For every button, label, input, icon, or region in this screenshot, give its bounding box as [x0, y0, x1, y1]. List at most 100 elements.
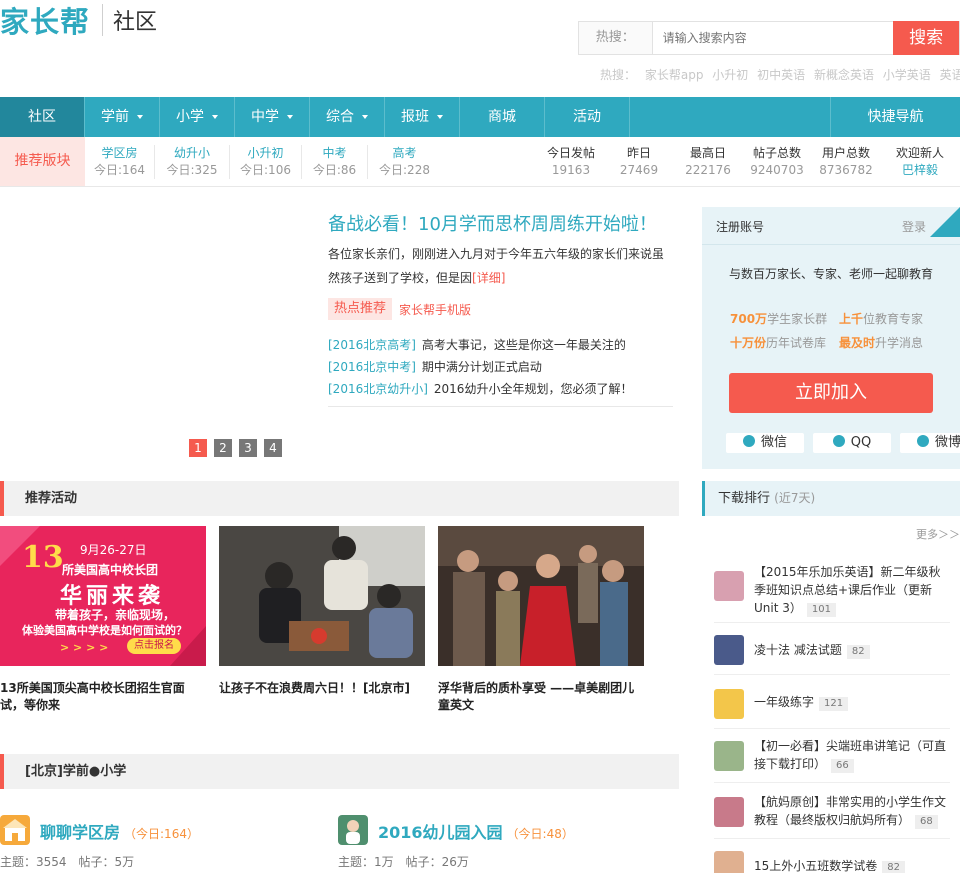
activity-photo[interactable] — [219, 526, 425, 666]
news-category[interactable]: [2016北京幼升小] — [328, 382, 428, 396]
activity-title[interactable]: 浮华背后的质朴享受 ——卓美剧团儿童英文 — [438, 680, 644, 714]
download-item[interactable]: 15上外小五班数学试卷 82 — [714, 843, 950, 873]
download-item[interactable]: 一年级练字 121 — [714, 679, 950, 729]
download-title-text[interactable]: 一年级练字 — [754, 695, 814, 709]
download-item[interactable]: 【航妈原创】非常实用的小学生作文教程（最终版权归航妈所有） 68 — [714, 787, 950, 839]
sub-cat-count: 今日:164 — [94, 163, 145, 177]
nav-item-middle[interactable]: 中学 — [235, 97, 310, 137]
sub-cat-name[interactable]: 幼升小 — [155, 145, 229, 162]
new-member-link[interactable]: 巴梓毅 — [888, 162, 952, 179]
pager-page[interactable]: 3 — [239, 439, 257, 457]
nav-item-mall[interactable]: 商城 — [460, 97, 545, 137]
download-text[interactable]: 一年级练字 121 — [754, 693, 950, 711]
news-text[interactable]: 高考大事记，这些是你这一年最关注的 — [422, 338, 626, 352]
search-box: 热搜： 搜索 — [578, 21, 960, 55]
download-item[interactable]: 凌十法 减法试题 82 — [714, 627, 950, 675]
forum-name[interactable]: 聊聊学区房 （今日:164） — [40, 819, 199, 843]
headline-title[interactable]: 备战必看！10月学而思杯周周练开始啦！ — [328, 213, 673, 237]
download-more-link[interactable]: 更多＞＞ — [916, 526, 960, 542]
login-link[interactable]: 登录 — [902, 218, 926, 235]
stat-total-users: 用户总数 8736782 — [815, 145, 877, 179]
nav-item-classes[interactable]: 报班 — [385, 97, 460, 137]
pager-page[interactable]: 1 — [189, 439, 207, 457]
news-item[interactable]: [2016北京幼升小] 2016幼升小全年规划，您必须了解！ — [328, 378, 673, 400]
news-item[interactable]: [2016北京高考] 高考大事记，这些是你这一年最关注的 — [328, 334, 673, 356]
download-count: 68 — [915, 815, 938, 829]
headline-tags: 热点推荐 家长帮手机版 — [328, 298, 673, 320]
wechat-login-button[interactable]: 微信 — [726, 433, 804, 453]
hot-word-link[interactable]: 小升初 — [712, 68, 748, 82]
download-text[interactable]: 【2015年乐加乐英语】新二年级秋季班知识点总结+课后作业（更新Unit 3） 1… — [754, 563, 950, 617]
download-item[interactable]: 【初一必看】尖端班串讲笔记（可直接下载打印） 66 — [714, 733, 950, 783]
banner-signup-button[interactable]: 点击报名 — [127, 638, 181, 654]
pager-page[interactable]: 2 — [214, 439, 232, 457]
wechat-icon — [742, 435, 755, 447]
join-now-button[interactable]: 立即加入 — [729, 373, 933, 413]
download-text[interactable]: 15上外小五班数学试卷 82 — [754, 857, 950, 873]
nav-item-primary[interactable]: 小学 — [160, 97, 235, 137]
feature-highlight: 十万份 — [730, 336, 767, 350]
hot-recommend-tag[interactable]: 热点推荐 — [328, 298, 393, 320]
logo-subtitle[interactable]: 社区 — [113, 4, 157, 36]
hot-word-link[interactable]: 家长帮app — [645, 68, 704, 82]
qq-icon — [832, 435, 845, 447]
forum-name[interactable]: 2016幼儿园入园 （今日:48） — [378, 819, 574, 843]
quick-nav-label: 快捷导航 — [867, 109, 924, 125]
sub-cat-school-district[interactable]: 学区房 今日:164 — [85, 145, 155, 179]
logo-text[interactable]: 家长帮 — [0, 0, 90, 41]
forum-title[interactable]: 2016幼儿园入园 — [378, 823, 503, 842]
sub-cat-gaokao[interactable]: 高考 今日:228 — [368, 145, 441, 179]
hot-word-link[interactable]: 英语 — [940, 68, 960, 82]
forum-kindergarten-icon[interactable] — [338, 815, 368, 845]
news-item[interactable]: [2016北京中考] 期中满分计划正式启动 — [328, 356, 673, 378]
nav-item-events[interactable]: 活动 — [545, 97, 630, 137]
quick-nav-button[interactable]: 快捷导航 — [830, 97, 960, 137]
activity-photo[interactable] — [438, 526, 644, 666]
nav-item-community[interactable]: 社区 — [0, 97, 85, 137]
search-button[interactable]: 搜索 — [893, 21, 959, 55]
pager-page[interactable]: 4 — [264, 439, 282, 457]
search-input[interactable] — [652, 22, 894, 54]
mobile-app-link[interactable]: 家长帮手机版 — [399, 301, 471, 318]
activity-title[interactable]: 让孩子不在浪费周六日！！[北京市] — [219, 680, 425, 697]
download-title-text[interactable]: 15上外小五班数学试卷 — [754, 859, 877, 873]
download-item[interactable]: 【2015年乐加乐英语】新二年级秋季班知识点总结+课后作业（更新Unit 3） 1… — [714, 561, 950, 623]
sub-cat-kindergarten[interactable]: 幼升小 今日:325 — [155, 145, 230, 179]
activity-card[interactable]: 让孩子不在浪费周六日！！[北京市] — [219, 526, 425, 697]
download-title-text[interactable]: 【2015年乐加乐英语】新二年级秋季班知识点总结+课后作业（更新Unit 3） — [754, 565, 941, 615]
activity-card[interactable]: 浮华背后的质朴享受 ——卓美剧团儿童英文 — [438, 526, 644, 714]
activity-banner[interactable]: 13 9月26-27日 所美国高中校长团 华丽来袭 带着孩子，亲临现场， 体验美… — [0, 526, 206, 666]
weibo-icon — [916, 435, 929, 447]
hot-word-link[interactable]: 小学英语 — [883, 68, 931, 82]
activity-title[interactable]: 13所美国顶尖高中校长团招生官面试，等你来 — [0, 680, 206, 714]
search-hot-label[interactable]: 热搜： — [579, 22, 653, 54]
news-text[interactable]: 期中满分计划正式启动 — [422, 360, 542, 374]
download-text[interactable]: 【初一必看】尖端班串讲笔记（可直接下载打印） 66 — [754, 737, 950, 773]
nav-item-preschool[interactable]: 学前 — [85, 97, 160, 137]
sub-cat-name[interactable]: 小升初 — [230, 145, 301, 162]
sub-cat-name[interactable]: 中考 — [302, 145, 367, 162]
headline-more-link[interactable]: [详细] — [472, 271, 505, 285]
qq-login-button[interactable]: QQ — [813, 433, 891, 453]
site-logo[interactable]: 家长帮 社区 — [0, 0, 157, 40]
sub-cat-zhongkao[interactable]: 中考 今日:86 — [302, 145, 368, 179]
news-category[interactable]: [2016北京高考] — [328, 338, 416, 352]
forum-title[interactable]: 聊聊学区房 — [40, 823, 120, 842]
sub-cat-name[interactable]: 高考 — [368, 145, 441, 162]
news-category[interactable]: [2016北京中考] — [328, 360, 416, 374]
hot-word-link[interactable]: 初中英语 — [757, 68, 805, 82]
download-text[interactable]: 【航妈原创】非常实用的小学生作文教程（最终版权归航妈所有） 68 — [754, 793, 950, 829]
nav-item-general[interactable]: 综合 — [310, 97, 385, 137]
sub-cat-name[interactable]: 学区房 — [85, 145, 154, 162]
hot-words: 热搜： 家长帮app 小升初 初中英语 新概念英语 小学英语 英语 — [600, 66, 960, 83]
weibo-login-button[interactable]: 微博 — [900, 433, 960, 453]
hot-word-link[interactable]: 新概念英语 — [814, 68, 874, 82]
activity-card[interactable]: 13 9月26-27日 所美国高中校长团 华丽来袭 带着孩子，亲临现场， 体验美… — [0, 526, 206, 714]
download-title-text[interactable]: 凌十法 减法试题 — [754, 643, 842, 657]
forum-school-icon[interactable] — [0, 815, 30, 845]
news-text[interactable]: 2016幼升小全年规划，您必须了解！ — [434, 382, 633, 396]
sub-cat-primary-to-middle[interactable]: 小升初 今日:106 — [230, 145, 302, 179]
download-text[interactable]: 凌十法 减法试题 82 — [754, 641, 950, 659]
stat-yesterday: 昨日 27469 — [610, 145, 668, 179]
recommended-bar: 推荐版块 学区房 今日:164 幼升小 今日:325 小升初 今日:106 中考 今日:… — [0, 137, 960, 187]
